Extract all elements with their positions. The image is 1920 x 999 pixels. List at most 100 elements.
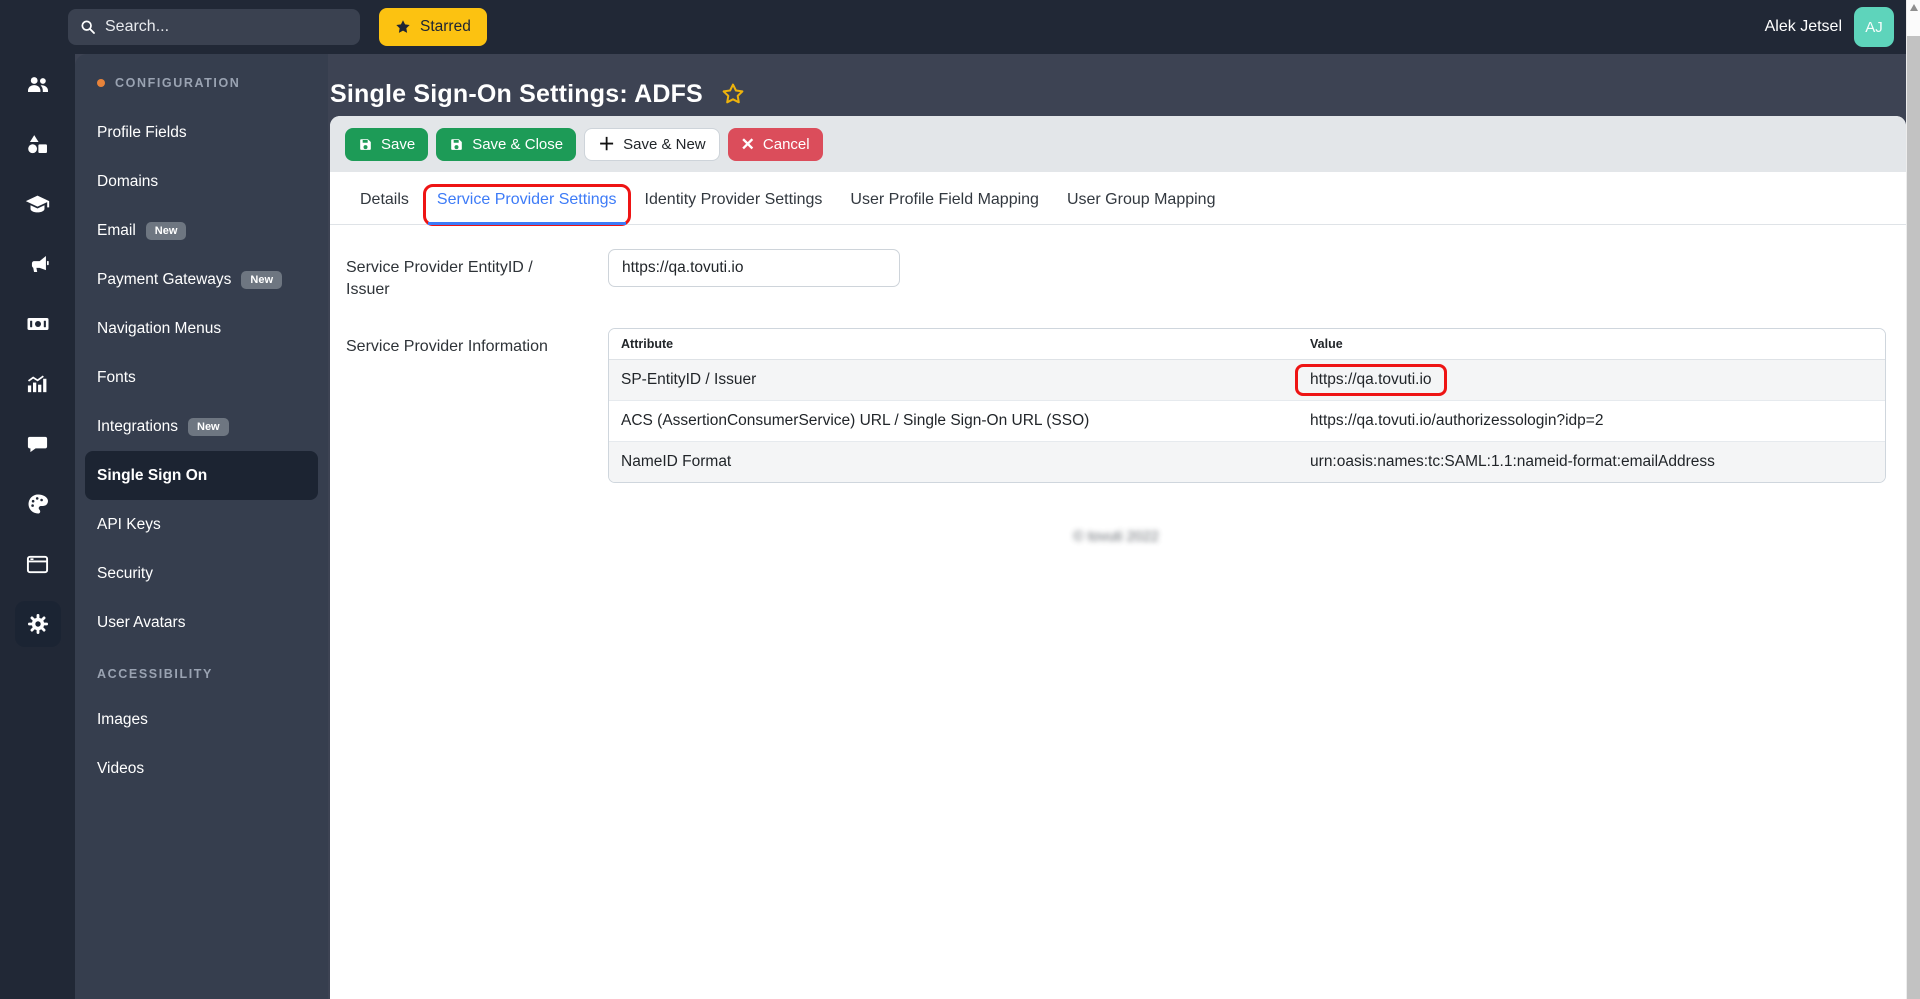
graduation-cap-icon [25, 195, 50, 212]
entity-id-label: Service Provider EntityID / Issuer [346, 259, 533, 298]
money-bill-icon [27, 318, 48, 330]
nav-communication[interactable] [0, 414, 75, 474]
sidebar-section-accessibility: Accessibility [75, 661, 328, 687]
sidebar-item-label: Domains [97, 172, 159, 190]
tab-label: Identity Provider Settings [644, 191, 823, 208]
sidebar-item-label: Fonts [97, 368, 136, 386]
tab-bar: Details Service Provider Settings Identi… [330, 172, 1906, 226]
sidebar-item-label: Images [97, 710, 148, 728]
tab-label: Service Provider Settings [436, 191, 617, 208]
shapes-icon [28, 134, 47, 153]
save-label: Save [381, 135, 416, 153]
megaphone-icon [31, 255, 49, 272]
nav-content[interactable] [0, 114, 75, 174]
sidebar-item-fonts[interactable]: Fonts [75, 353, 328, 402]
provider-info-table: Attribute Value SP-EntityID / Issuer htt… [608, 328, 1886, 484]
service-provider-form: Service Provider EntityID / Issuer Servi… [330, 225, 1906, 545]
star-outline-icon [722, 83, 744, 104]
sidebar-section-configuration: Configuration [75, 70, 328, 96]
entity-id-input[interactable] [608, 249, 900, 287]
sidebar-item-label: Payment Gateways [97, 270, 232, 288]
search-input[interactable] [105, 18, 348, 36]
new-badge: New [145, 221, 187, 240]
sidebar-item-profile-fields[interactable]: Profile Fields [75, 108, 328, 157]
chat-bubble-icon [27, 436, 48, 452]
star-icon [396, 20, 410, 33]
save-icon [360, 138, 371, 150]
search-box[interactable] [68, 9, 360, 45]
sidebar-item-label: Integrations [97, 417, 178, 435]
sidebar-item-label: Email [97, 221, 136, 239]
sidebar-item-navigation-menus[interactable]: Navigation Menus [75, 304, 328, 353]
sidebar-item-payment-gateways[interactable]: Payment Gateways New [75, 255, 328, 304]
new-badge: New [241, 270, 283, 289]
tab-label: User Profile Field Mapping [850, 191, 1039, 208]
sidebar-item-user-avatars[interactable]: User Avatars [75, 598, 328, 647]
gear-icon [27, 614, 48, 634]
provider-info-label: Service Provider Information [346, 338, 548, 356]
sidebar-item-email[interactable]: Email New [75, 206, 328, 255]
save-and-new-button[interactable]: ＋ Save & New [584, 127, 720, 161]
nav-marketing[interactable] [0, 234, 75, 294]
sidebar-section-label: Accessibility [97, 667, 213, 681]
sidebar-item-api-keys[interactable]: API Keys [75, 500, 328, 549]
nav-settings[interactable] [0, 594, 75, 654]
table-row: NameID Format urn:oasis:names:tc:SAML:1.… [609, 441, 1885, 483]
save-button[interactable]: Save [345, 127, 429, 161]
user-name[interactable]: Alek Jetsel [1765, 18, 1842, 36]
attribute-column-header: Attribute [609, 329, 1299, 361]
tab-identity-provider-settings[interactable]: Identity Provider Settings [631, 182, 837, 224]
attribute-cell: NameID Format [609, 441, 1299, 483]
tab-user-profile-field-mapping[interactable]: User Profile Field Mapping [836, 182, 1053, 224]
cancel-button[interactable]: ✕ Cancel [727, 127, 823, 161]
icon-rail [0, 0, 75, 999]
scroll-up-arrow-icon[interactable] [1910, 4, 1918, 11]
favorite-star-button[interactable] [721, 82, 745, 106]
value-cell: urn:oasis:names:tc:SAML:1.1:nameid-forma… [1298, 441, 1885, 483]
tab-details[interactable]: Details [346, 182, 423, 224]
nav-users[interactable] [0, 54, 75, 114]
sidebar-item-label: User Avatars [97, 613, 186, 631]
nav-branding[interactable] [0, 474, 75, 534]
table-row: SP-EntityID / Issuer https://qa.tovuti.i… [609, 359, 1885, 402]
window-icon [26, 555, 49, 573]
sidebar-item-domains[interactable]: Domains [75, 157, 328, 206]
page-scrollbar[interactable] [1906, 0, 1920, 999]
save-and-new-label: Save & New [623, 135, 706, 153]
nav-courses[interactable] [0, 174, 75, 234]
page-title: Single Sign-On Settings: ADFS [330, 79, 703, 108]
tab-user-group-mapping[interactable]: User Group Mapping [1053, 182, 1230, 224]
sidebar-item-single-sign-on[interactable]: Single Sign On [85, 451, 318, 500]
action-toolbar: Save Save & Close ＋ Save & New ✕ Cancel [330, 116, 1906, 172]
nav-reports[interactable] [0, 354, 75, 414]
attribute-cell: SP-EntityID / Issuer [609, 359, 1299, 402]
table-header-row: Attribute Value [609, 329, 1885, 361]
new-badge: New [188, 417, 229, 436]
table-row: ACS (AssertionConsumerService) URL / Sin… [609, 400, 1885, 443]
tab-service-provider-settings[interactable]: Service Provider Settings [422, 182, 631, 226]
avatar[interactable]: AJ [1854, 7, 1894, 47]
tab-label: User Group Mapping [1066, 191, 1216, 208]
users-icon [27, 77, 48, 92]
sidebar-item-security[interactable]: Security [75, 549, 328, 598]
sidebar-item-videos[interactable]: Videos [75, 744, 328, 793]
sidebar-item-integrations[interactable]: Integrations New [75, 402, 328, 451]
scrollbar-thumb[interactable] [1907, 36, 1920, 999]
sidebar-item-label: Videos [97, 759, 145, 777]
save-and-close-button[interactable]: Save & Close [436, 127, 577, 161]
sidebar-item-label: Profile Fields [97, 123, 187, 141]
starred-button[interactable]: Starred [379, 8, 487, 46]
close-icon: ✕ [740, 134, 755, 154]
nav-ecommerce[interactable] [0, 294, 75, 354]
chart-column-icon [27, 374, 47, 392]
sidebar-item-images[interactable]: Images [75, 695, 328, 744]
value-column-header: Value [1298, 329, 1885, 361]
tab-label: Details [360, 191, 409, 208]
settings-panel: Save Save & Close ＋ Save & New ✕ Cancel [330, 116, 1906, 999]
attribute-cell: ACS (AssertionConsumerService) URL / Sin… [609, 400, 1299, 443]
starred-label: Starred [420, 18, 471, 35]
app-root: Starred Alek Jetsel AJ Configuration Pro… [0, 0, 1920, 999]
orange-dot-icon [97, 79, 105, 87]
nav-pages[interactable] [0, 534, 75, 594]
sidebar-item-label: Security [97, 564, 153, 582]
